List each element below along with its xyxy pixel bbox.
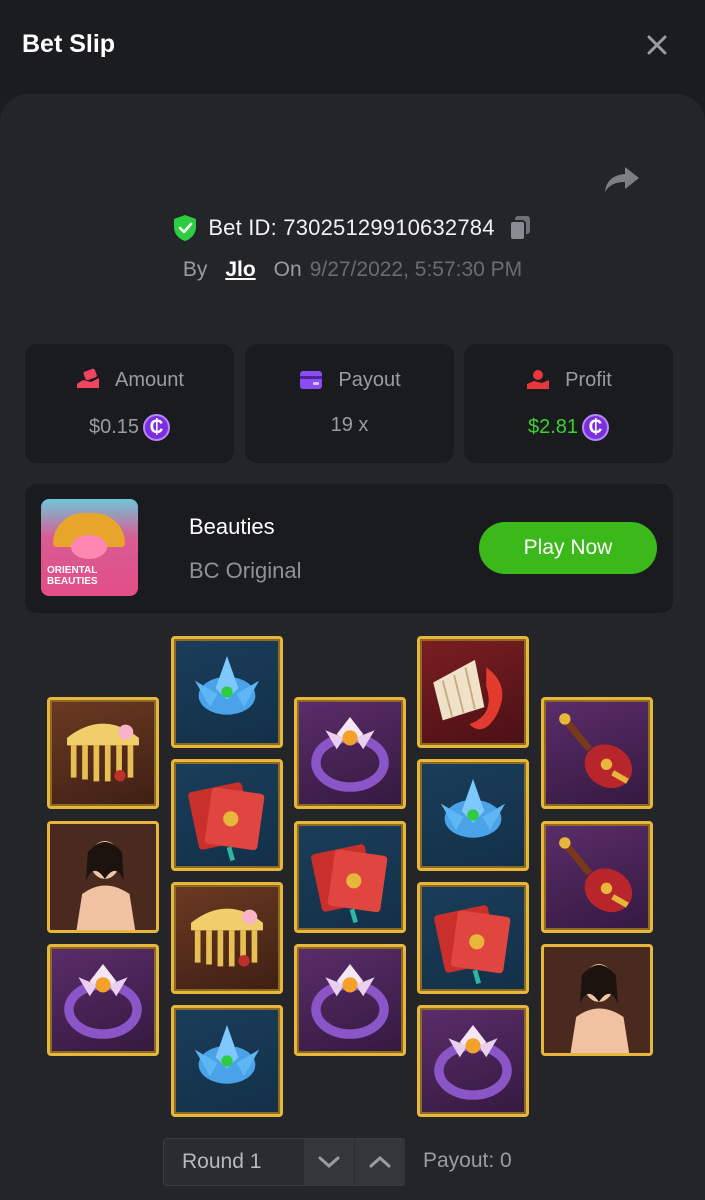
comb-icon xyxy=(191,908,263,967)
reel-symbol-lady xyxy=(47,821,159,933)
round-selector[interactable]: Round 1 xyxy=(163,1138,405,1186)
slot-reels xyxy=(0,0,705,1200)
lotus-icon xyxy=(440,779,506,838)
lady-icon xyxy=(544,947,650,1053)
reel-symbol-fan xyxy=(417,636,529,748)
round-payout: Payout: 0 xyxy=(423,1149,512,1172)
ring-icon xyxy=(311,964,389,1039)
reel-symbol-lotus xyxy=(171,1005,283,1117)
lady-icon xyxy=(50,824,156,930)
reel-symbol-lady xyxy=(541,944,653,1056)
ring-icon xyxy=(434,1025,512,1100)
ring-icon xyxy=(311,717,389,792)
reel-symbol-comb xyxy=(47,697,159,809)
chevron-up-icon xyxy=(369,1155,391,1168)
fan-icon xyxy=(433,659,503,730)
comb-icon xyxy=(67,723,139,782)
reel-symbol-ring xyxy=(47,944,159,1056)
reel-symbol-book xyxy=(294,821,406,933)
reel-symbol-ring xyxy=(294,944,406,1056)
reel-symbol-ring xyxy=(294,697,406,809)
chevron-down-icon xyxy=(318,1156,340,1169)
reel-symbol-lute xyxy=(541,697,653,809)
reel-symbol-lute xyxy=(541,821,653,933)
reel-symbol-book xyxy=(417,882,529,994)
reel-symbol-lotus xyxy=(417,759,529,871)
lotus-icon xyxy=(194,1025,260,1084)
reel-symbol-ring xyxy=(417,1005,529,1117)
lute-icon xyxy=(559,713,633,789)
ring-icon xyxy=(64,964,142,1039)
lute-icon xyxy=(559,837,633,913)
book-icon xyxy=(188,782,265,862)
book-icon xyxy=(311,844,388,924)
reel-symbol-comb xyxy=(171,882,283,994)
round-next-button[interactable] xyxy=(304,1139,354,1185)
round-prev-button[interactable] xyxy=(355,1139,405,1185)
lotus-icon xyxy=(194,656,260,715)
reel-symbol-lotus xyxy=(171,636,283,748)
book-icon xyxy=(434,905,511,985)
round-label: Round 1 xyxy=(182,1150,262,1173)
reel-symbol-book xyxy=(171,759,283,871)
